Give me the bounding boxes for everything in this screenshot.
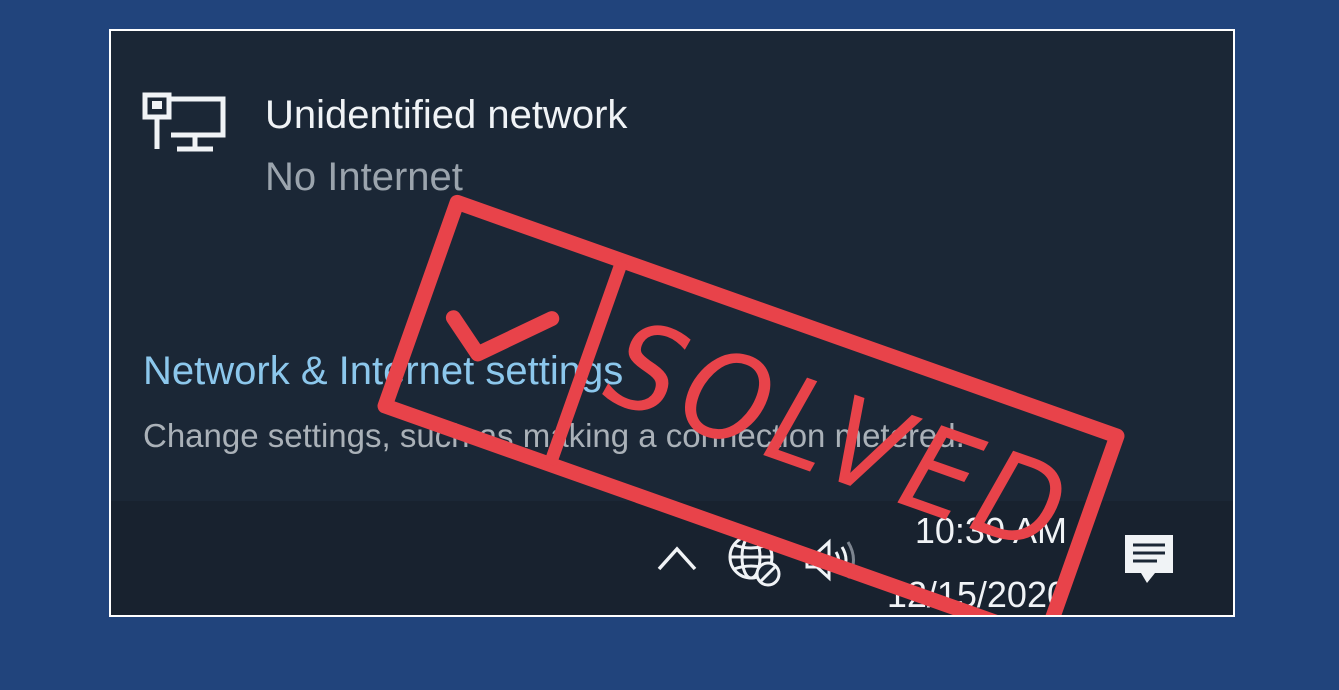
clock-time: 10:30 AM	[914, 510, 1067, 551]
network-settings-link[interactable]: Network & Internet settings	[143, 349, 623, 394]
taskbar-clock[interactable]: 10:30 AM 12/15/2020	[871, 509, 1067, 615]
network-settings-description: Change settings, such as making a connec…	[143, 417, 965, 454]
screenshot-frame: Unidentified network No Internet Network…	[109, 29, 1235, 617]
network-status: No Internet	[265, 155, 463, 199]
network-name[interactable]: Unidentified network	[265, 93, 627, 138]
wired-network-monitor-icon	[142, 92, 226, 152]
volume-icon[interactable]	[803, 537, 859, 583]
globe-no-internet-icon[interactable]	[725, 531, 783, 589]
chevron-up-icon[interactable]	[655, 537, 699, 577]
action-center-icon[interactable]	[1119, 531, 1179, 589]
clock-date: 12/15/2020	[886, 574, 1067, 615]
network-flyout: Unidentified network No Internet Network…	[111, 31, 1233, 615]
